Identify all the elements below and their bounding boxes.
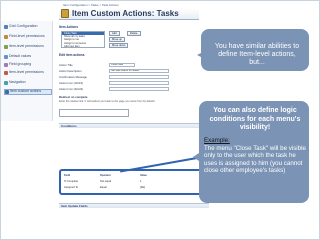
sidebar-item-item-level-permissions[interactable]: Item-level permissions: [4, 70, 52, 75]
sidebar-item-custom-actions[interactable]: Item custom actions: [4, 89, 52, 95]
callout-headline: You can also define logic conditions for…: [209, 107, 301, 132]
actions-icon: [5, 90, 9, 94]
icon-16-input[interactable]: [109, 81, 169, 85]
shield-icon: [4, 71, 8, 75]
table-row[interactable]: Assigned To Equal [Me]: [64, 186, 204, 190]
field-label: Confirmation Message: [59, 75, 87, 79]
section-update-fields: Item Update Fields: [59, 203, 209, 208]
breadcrumb[interactable]: Item Configuration > Tasks > Task Action…: [63, 3, 119, 7]
sidebar-item-field-grouping[interactable]: Field grouping: [4, 62, 52, 67]
move-down-button[interactable]: Move down: [109, 43, 129, 48]
sidebar-item-field-permissions[interactable]: Field-level permissions: [4, 34, 52, 39]
callout-text: You have similar abilities to define Ite…: [214, 43, 300, 66]
add-button[interactable]: Add: [109, 31, 120, 36]
callout-body: The menu "Close Task" will be visible on…: [204, 145, 306, 175]
lock-icon: [4, 35, 8, 39]
redirect-label: Redirect on complete: [59, 95, 88, 99]
column-header: Field: [64, 174, 71, 177]
page-title: Item Custom Actions: Tasks: [72, 9, 179, 18]
icon-32-input[interactable]: [109, 87, 169, 91]
action-description-input[interactable]: Set task status to closed: [109, 69, 169, 73]
table-row[interactable]: % Complete Not equal 1: [64, 180, 204, 184]
delete-button[interactable]: Delete: [127, 31, 141, 36]
help-text: Enter the relative link. It will redirec…: [59, 100, 156, 103]
field-label: Action Icon (16x16): [59, 81, 84, 85]
field-label: Action Icon (32x32): [59, 87, 84, 91]
action-title-input[interactable]: Close task: [109, 63, 135, 67]
condition-field[interactable]: Assigned To: [64, 186, 78, 189]
conditions-header-row: Field Operator Value: [64, 174, 204, 178]
section-conditions: Conditions: [59, 123, 209, 128]
document-icon: [4, 55, 8, 59]
callout-bubble-main: You can also define logic conditions for…: [199, 101, 309, 203]
compass-icon: [4, 81, 8, 85]
grid-icon: [4, 25, 8, 29]
move-up-button[interactable]: Move up: [109, 37, 125, 42]
page-icon: [61, 9, 69, 18]
condition-value[interactable]: 1: [140, 180, 141, 183]
actions-listbox[interactable]: Close Task Show all my tasks Assign to m…: [61, 31, 105, 48]
section-item-actions: Item Actions: [59, 25, 79, 29]
column-header: Operator: [100, 174, 111, 177]
field-label: Action Title: [59, 63, 73, 67]
folder-icon: [4, 63, 8, 67]
sidebar-item-navigation[interactable]: Navigation: [4, 80, 52, 85]
condition-field[interactable]: % Complete: [64, 180, 78, 183]
sidebar-item-grid-configuration[interactable]: Grid Configuration: [4, 24, 52, 29]
sidebar-item-item-permissions[interactable]: Item-level permissions: [4, 44, 52, 49]
condition-value[interactable]: [Me]: [140, 186, 145, 189]
sidebar-item-default-values[interactable]: Default values: [4, 54, 52, 59]
confirmation-message-input[interactable]: [109, 75, 169, 79]
page-header: Item Custom Actions: Tasks: [59, 8, 199, 20]
key-icon: [4, 45, 8, 49]
column-header: Value: [140, 174, 147, 177]
list-item[interactable]: Add new item: [62, 45, 104, 48]
sidebar: Grid Configuration Field-level permissio…: [1, 21, 53, 121]
callout-example-label: Example:: [204, 137, 230, 144]
redirect-input[interactable]: [59, 109, 129, 117]
section-edit-actions: Edit item actions: [59, 53, 85, 57]
conditions-grid: Field Operator Value % Complete Not equa…: [59, 169, 209, 195]
condition-operator[interactable]: Equal: [100, 186, 107, 189]
screenshot-frame: Item Configuration > Tasks > Task Action…: [0, 0, 320, 240]
callout-bubble-top: You have similar abilities to define Ite…: [201, 29, 309, 71]
condition-operator[interactable]: Not equal: [100, 180, 111, 183]
field-label: Action Description: [59, 69, 82, 73]
